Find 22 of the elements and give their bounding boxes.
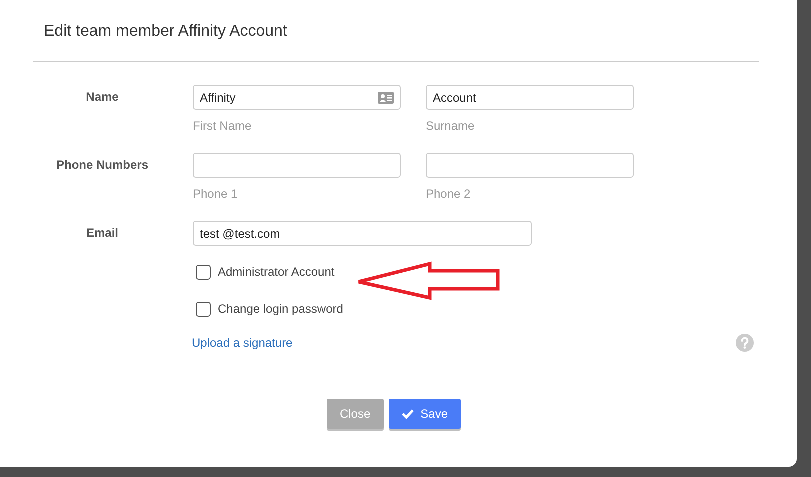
field-label: Email — [85, 225, 120, 242]
field-label: Name — [85, 89, 120, 106]
input-field[interactable]: Affinity — [193, 85, 401, 110]
input-field[interactable] — [193, 153, 401, 178]
checkbox[interactable] — [196, 264, 211, 280]
checkbox[interactable] — [196, 302, 211, 316]
field-hint: First Name — [193, 119, 253, 133]
dialog-title: Edit team member Affinity Account — [43, 22, 288, 42]
checkbox-label: Change login password — [218, 302, 344, 316]
field-hint: Phone 2 — [426, 187, 472, 201]
save-button[interactable]: Save — [388, 399, 462, 429]
upload-signature-link[interactable]: Upload a signature — [192, 336, 293, 350]
checkbox-label: Administrator Account — [218, 265, 335, 279]
input-field[interactable]: Account — [426, 85, 634, 110]
field-label: Phone Numbers — [55, 157, 150, 174]
input-field[interactable]: test @test.com — [193, 221, 532, 246]
checkmark-icon — [402, 409, 414, 419]
contact-card-icon — [378, 92, 394, 104]
field-hint: Surname — [426, 119, 476, 133]
help-icon[interactable] — [736, 334, 754, 352]
field-hint: Phone 1 — [193, 187, 239, 201]
input-field[interactable] — [426, 153, 634, 178]
